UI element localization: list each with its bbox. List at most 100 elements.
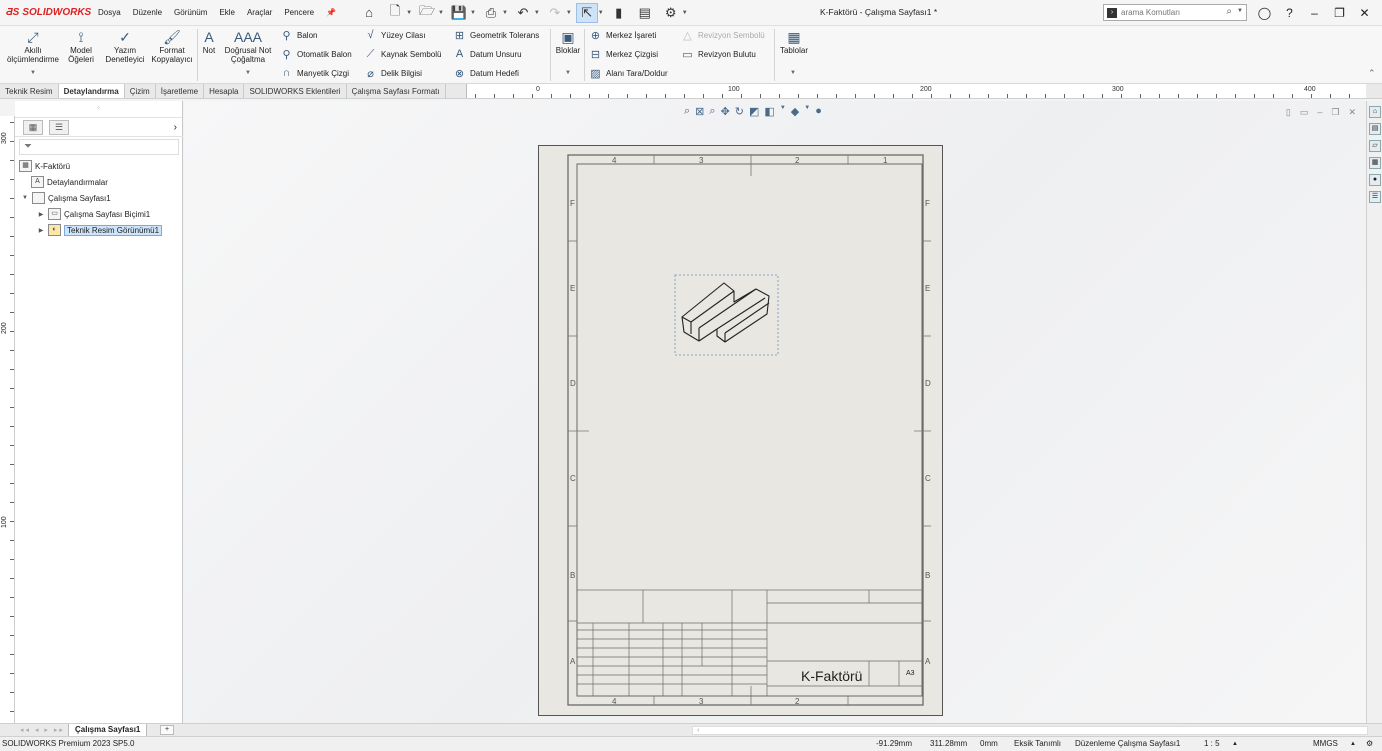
expand-toggle-icon[interactable]: ▼ bbox=[21, 195, 29, 201]
weld-symbol-button[interactable]: ⟋ Kaynak Sembolü bbox=[364, 46, 442, 62]
redraw-icon[interactable]: ↻ bbox=[735, 105, 744, 118]
area-hatch-fill-button[interactable]: ▨ Alanı Tara/Doldur bbox=[589, 65, 667, 81]
format-painter-button[interactable]: 🖌 Format Kopyalayıcı bbox=[150, 28, 194, 64]
add-sheet-icon[interactable]: + bbox=[160, 725, 174, 735]
unit-system[interactable]: MMGS bbox=[1313, 737, 1338, 751]
menu-file[interactable]: Dosya bbox=[92, 0, 127, 26]
scale-dropdown-icon[interactable]: ▲ bbox=[1232, 737, 1238, 751]
note-pattern-dropdown-icon[interactable]: ▼ bbox=[245, 70, 251, 76]
magnetic-line-button[interactable]: ∩ Manyetik Çizgi bbox=[280, 65, 349, 81]
options-gear-icon[interactable]: ⚙ bbox=[660, 3, 682, 23]
doc-close-icon[interactable]: ✕ bbox=[1348, 107, 1356, 118]
isometric-part-view[interactable] bbox=[681, 282, 770, 343]
tree-item-sheet-format[interactable]: ▶ ▭ Çalışma Sayfası Biçimi1 bbox=[37, 207, 150, 221]
hide-show-items-icon[interactable]: ◆ bbox=[791, 105, 799, 118]
options-dropdown-icon[interactable]: ▼ bbox=[682, 10, 688, 16]
redo-icon[interactable]: ↷ bbox=[544, 3, 566, 23]
pin-icon[interactable]: 📌 bbox=[320, 0, 342, 26]
custom-properties-icon[interactable]: ☰ bbox=[1369, 191, 1381, 203]
command-search[interactable]: › ⌕ ▼ bbox=[1103, 4, 1247, 21]
restore-icon[interactable]: ❐ bbox=[1327, 4, 1352, 22]
blocks-dropdown-icon[interactable]: ▼ bbox=[565, 70, 571, 76]
redo-dropdown-icon[interactable]: ▼ bbox=[566, 10, 572, 16]
center-mark-button[interactable]: ⊕ Merkez İşareti bbox=[589, 27, 656, 43]
search-dropdown-icon[interactable]: ▼ bbox=[1237, 8, 1243, 14]
model-items-button[interactable]: ⟟ Model Öğeleri bbox=[64, 28, 98, 64]
smart-dimension-button[interactable]: ⤢ Akıllı ölçümlendirme bbox=[4, 28, 62, 64]
file-properties-icon[interactable]: ▤ bbox=[634, 3, 656, 23]
menu-tools[interactable]: Araçlar bbox=[241, 0, 278, 26]
save-icon[interactable]: 💾 bbox=[448, 3, 470, 23]
minimize-icon[interactable]: – bbox=[1302, 4, 1327, 22]
balloon-button[interactable]: ⚲ Balon bbox=[280, 27, 317, 43]
tab-evaluate[interactable]: Hesapla bbox=[204, 84, 245, 98]
tab-drawing[interactable]: Teknik Resim bbox=[0, 84, 59, 98]
display-style-icon[interactable]: ◧ bbox=[764, 105, 774, 118]
hide-show-dropdown-icon[interactable]: ▼ bbox=[804, 105, 810, 118]
panel-grip-icon[interactable]: ◦ bbox=[15, 101, 182, 118]
solidworks-logo[interactable]: ƋS SOLIDWORKS bbox=[0, 7, 92, 18]
feature-manager-tab-icon[interactable]: ▦ bbox=[23, 120, 43, 135]
appearances-scenes-icon[interactable]: ● bbox=[1369, 174, 1381, 186]
undo-dropdown-icon[interactable]: ▼ bbox=[534, 10, 540, 16]
design-library-icon[interactable]: ▤ bbox=[1369, 123, 1381, 135]
print-dropdown-icon[interactable]: ▼ bbox=[502, 10, 508, 16]
help-icon[interactable]: ? bbox=[1277, 4, 1302, 22]
menu-insert[interactable]: Ekle bbox=[213, 0, 241, 26]
smart-dimension-dropdown-icon[interactable]: ▼ bbox=[30, 70, 36, 76]
status-help-icon[interactable]: ⚙ bbox=[1366, 737, 1373, 751]
zoom-to-area-icon[interactable]: ⊠ bbox=[695, 105, 704, 118]
collapse-ribbon-icon[interactable]: ⌃ bbox=[1368, 68, 1376, 79]
appearance-icon[interactable]: ● bbox=[815, 105, 822, 118]
tab-sheet-format[interactable]: Çalışma Sayfası Formatı bbox=[347, 84, 446, 98]
revision-cloud-button[interactable]: ▭ Revizyon Bulutu bbox=[681, 46, 756, 62]
doc-minimize-icon[interactable]: – bbox=[1317, 107, 1322, 118]
search-input[interactable] bbox=[1121, 8, 1221, 17]
close-icon[interactable]: ✕ bbox=[1352, 4, 1377, 22]
file-explorer-icon[interactable]: ▱ bbox=[1369, 140, 1381, 152]
save-dropdown-icon[interactable]: ▼ bbox=[470, 10, 476, 16]
revision-symbol-button[interactable]: △ Revizyon Sembolü bbox=[681, 27, 764, 43]
display-style-dropdown-icon[interactable]: ▼ bbox=[780, 105, 786, 118]
drawing-view-boundary[interactable] bbox=[674, 274, 779, 356]
open-dropdown-icon[interactable]: ▼ bbox=[438, 10, 444, 16]
tab-markup[interactable]: İşaretleme bbox=[156, 84, 205, 98]
units-dropdown-icon[interactable]: ▲ bbox=[1350, 737, 1356, 751]
tree-root-item[interactable]: ▦ K-Faktörü bbox=[19, 159, 70, 173]
zoom-in-out-icon[interactable]: ⌕ bbox=[709, 105, 715, 118]
undo-icon[interactable]: ↶ bbox=[512, 3, 534, 23]
spell-checker-button[interactable]: ✓ Yazım Denetleyici bbox=[102, 28, 148, 64]
tables-button[interactable]: ▦ Tablolar bbox=[777, 28, 811, 55]
tab-addins[interactable]: SOLIDWORKS Eklentileri bbox=[244, 84, 347, 98]
datum-feature-button[interactable]: A Datum Unsuru bbox=[453, 46, 522, 62]
tab-annotation[interactable]: Detaylandırma bbox=[58, 84, 125, 98]
doc-restore-icon[interactable]: ❐ bbox=[1331, 107, 1339, 118]
surface-finish-button[interactable]: √ Yüzey Cilası bbox=[364, 27, 425, 43]
panel-expand-arrow-icon[interactable]: › bbox=[174, 122, 177, 133]
user-account-icon[interactable]: ◯ bbox=[1252, 4, 1277, 22]
solidworks-resources-icon[interactable]: ⌂ bbox=[1369, 106, 1381, 118]
geometric-tolerance-button[interactable]: ⊞ Geometrik Tolerans bbox=[453, 27, 539, 43]
blocks-button[interactable]: ▣ Bloklar bbox=[553, 28, 583, 55]
sheet-scale[interactable]: 1 : 5 bbox=[1204, 737, 1220, 751]
auto-balloon-button[interactable]: ⚲ Otomatik Balon bbox=[280, 46, 351, 62]
hole-callout-button[interactable]: ⌀ Delik Bilgisi bbox=[364, 65, 422, 81]
zoom-to-fit-icon[interactable]: ⌕ bbox=[684, 105, 690, 118]
horizontal-scrollbar[interactable]: ‹ bbox=[692, 726, 1368, 735]
tables-dropdown-icon[interactable]: ▼ bbox=[790, 70, 796, 76]
property-manager-tab-icon[interactable]: ☰ bbox=[49, 120, 69, 135]
datum-target-button[interactable]: ⊗ Datum Hedefi bbox=[453, 65, 519, 81]
tile-vertical-icon[interactable]: ▭ bbox=[1300, 107, 1309, 118]
linear-note-pattern-button[interactable]: AAA Doğrusal Not Çoğaltma bbox=[221, 28, 275, 64]
drawing-sheet[interactable]: 4 3 2 1 4 3 2 F E D C B A F E D C B A K-… bbox=[538, 145, 943, 716]
search-icon[interactable]: ⌕ bbox=[1226, 6, 1232, 17]
pan-icon[interactable]: ✥ bbox=[721, 105, 730, 118]
tree-item-sheet[interactable]: ▼ Çalışma Sayfası1 bbox=[21, 191, 111, 205]
section-view-icon[interactable]: ◩ bbox=[749, 105, 759, 118]
print-icon[interactable]: ⎙ bbox=[480, 3, 502, 23]
open-icon[interactable]: 🗁 bbox=[416, 3, 438, 23]
tree-item-annotations[interactable]: A Detaylandırmalar bbox=[31, 175, 108, 189]
view-palette-icon[interactable]: ▦ bbox=[1369, 157, 1381, 169]
tab-sketch[interactable]: Çizim bbox=[125, 84, 156, 98]
menu-edit[interactable]: Düzenle bbox=[127, 0, 168, 26]
